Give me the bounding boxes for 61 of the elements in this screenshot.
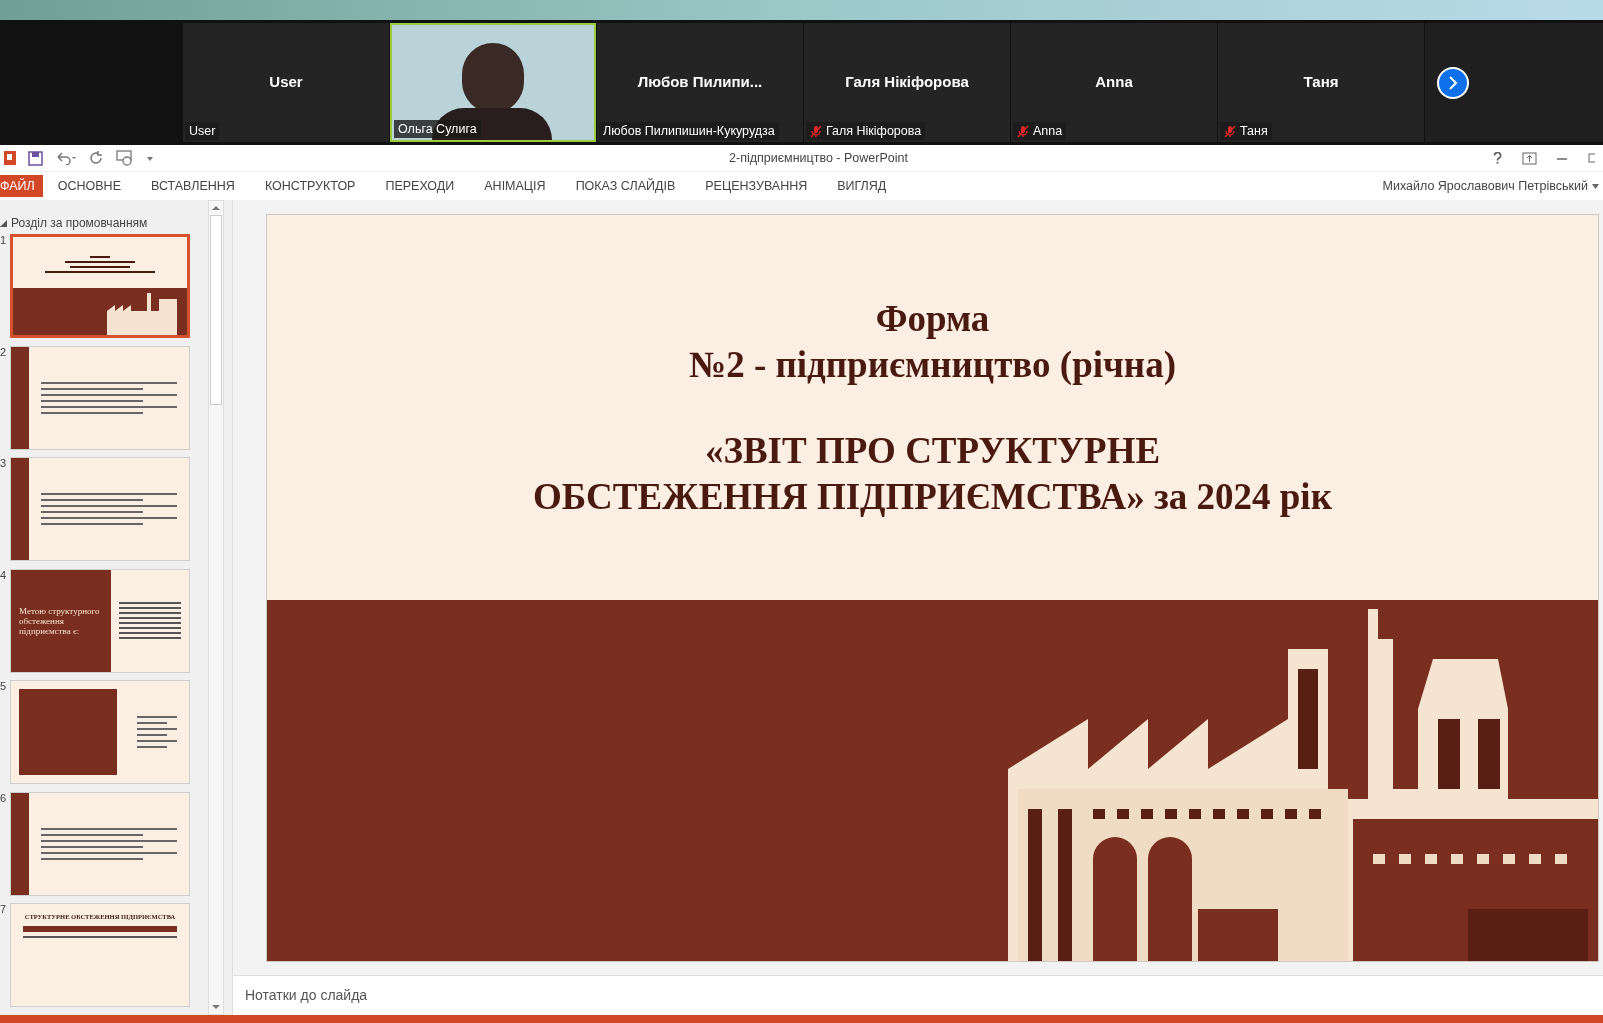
slide-number: 1 <box>0 233 7 248</box>
app-logo-icon <box>4 151 16 165</box>
participant-label: Ольга Сулига <box>394 120 481 138</box>
collapse-triangle-icon[interactable] <box>0 219 7 227</box>
participant-label: Anna <box>1013 122 1067 140</box>
ribbon-tab[interactable]: ОСНОВНЕ <box>42 175 136 197</box>
participant-tile[interactable]: Любов Пилипи... Любов Пилипишин-Кукурудза <box>597 23 803 142</box>
redo-icon[interactable] <box>89 150 104 166</box>
slide-thumbnail[interactable]: Метою структурного обстеження підприємства є: <box>10 568 190 673</box>
slideshow-icon[interactable] <box>116 150 134 166</box>
slide-number: 7 <box>0 902 7 918</box>
ribbon-tab[interactable]: ПОКАЗ СЛАЙДІВ <box>560 175 691 197</box>
ribbon-tab[interactable]: ВИГЛЯД <box>822 175 902 197</box>
dropdown-icon[interactable] <box>146 154 154 162</box>
window-title: 2-підприємництво - PowerPoint <box>728 149 909 167</box>
muted-mic-icon <box>1017 124 1029 138</box>
undo-icon[interactable] <box>55 151 77 165</box>
ribbon-display-icon[interactable] <box>1522 151 1537 165</box>
slide-title: Форма <box>875 296 990 341</box>
participant-name: User <box>269 72 303 93</box>
participant-name: Таня <box>1303 72 1339 93</box>
slide-subtitle: «ЗВІТ ПРО СТРУКТУРНЕ <box>704 428 1161 473</box>
participant-name: Anna <box>1095 72 1133 93</box>
participant-name: Любов Пилипи... <box>637 72 763 93</box>
participant-tile[interactable]: Anna Anna <box>1011 23 1217 142</box>
notes-field[interactable]: Нотатки до слайда <box>245 985 645 1006</box>
slide-number: 5 <box>0 679 7 695</box>
thumbnail-text: Метою структурного обстеження підприємства є: <box>19 605 101 636</box>
ribbon-tab[interactable]: ПЕРЕХОДИ <box>370 175 470 197</box>
ribbon-tab[interactable]: КОНСТРУКТОР <box>249 175 371 197</box>
caret-icon[interactable] <box>1592 183 1599 189</box>
scrollbar[interactable] <box>208 200 224 1015</box>
user-name[interactable]: Михайло Ярославович Петрівський <box>1382 176 1588 196</box>
slide-thumbnail[interactable] <box>10 234 190 338</box>
participant-tile[interactable]: Таня Таня <box>1218 23 1424 142</box>
participant-tile[interactable]: User User <box>183 23 389 142</box>
participant-label: User <box>185 122 220 140</box>
help-icon[interactable] <box>1493 152 1502 164</box>
next-page-button[interactable] <box>1437 66 1469 99</box>
slide-number: 6 <box>0 790 7 806</box>
ribbon-tab[interactable]: АНІМАЦІЯ <box>469 175 561 197</box>
ribbon-tab[interactable]: РЕЦЕНЗУВАННЯ <box>690 175 823 197</box>
slide-number: 4 <box>0 567 7 583</box>
participant-label: Любов Пилипишин-Кукурудза <box>599 122 779 140</box>
file-tab[interactable]: ФАЙЛ <box>0 175 43 197</box>
participant-tile[interactable]: Галя Нікіфорова Галя Нікіфорова <box>804 23 1010 142</box>
scroll-thumb[interactable] <box>210 215 222 405</box>
participant-label: Таня <box>1220 122 1272 140</box>
section-header[interactable]: Розділ за промовчанням <box>11 214 148 232</box>
slide-number: 3 <box>0 456 7 472</box>
slide-subtitle: ОБСТЕЖЕННЯ ПІДПРИЄМСТВА» за 2024 рік <box>533 474 1332 519</box>
ribbon-tab[interactable]: ВСТАВЛЕННЯ <box>135 175 250 197</box>
participant-name: Галя Нікіфорова <box>845 72 969 93</box>
chevron-right-icon <box>1447 75 1459 90</box>
muted-mic-icon <box>810 124 822 138</box>
participant-tile[interactable]: Ольга Сулига <box>390 23 596 142</box>
muted-mic-icon <box>1224 124 1236 138</box>
save-icon[interactable] <box>28 150 43 166</box>
participant-label: Галя Нікіфорова <box>806 122 926 140</box>
slide-number: 2 <box>0 344 7 360</box>
slide-title: №2 - підприємництво (річна) <box>689 342 1176 387</box>
